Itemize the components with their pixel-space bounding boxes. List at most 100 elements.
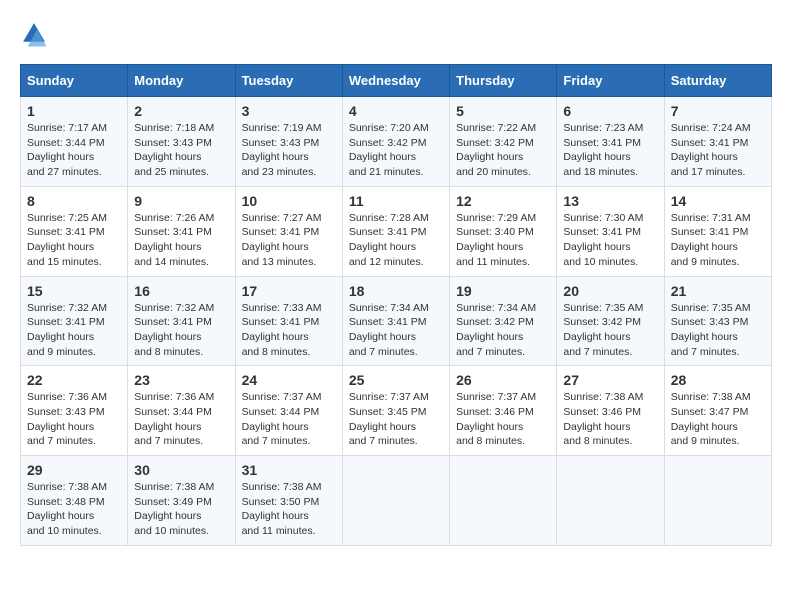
day-number: 15 [27,283,121,299]
day-number: 2 [134,103,228,119]
calendar-cell: 1 Sunrise: 7:17 AMSunset: 3:44 PMDayligh… [21,97,128,187]
calendar-table: Sunday Monday Tuesday Wednesday Thursday… [20,64,772,546]
logo [20,20,52,48]
calendar-cell: 12 Sunrise: 7:29 AMSunset: 3:40 PMDaylig… [450,186,557,276]
day-number: 14 [671,193,765,209]
calendar-week-row: 22 Sunrise: 7:36 AMSunset: 3:43 PMDaylig… [21,366,772,456]
day-number: 12 [456,193,550,209]
col-tuesday: Tuesday [235,65,342,97]
day-number: 17 [242,283,336,299]
calendar-cell: 16 Sunrise: 7:32 AMSunset: 3:41 PMDaylig… [128,276,235,366]
calendar-cell: 30 Sunrise: 7:38 AMSunset: 3:49 PMDaylig… [128,456,235,546]
header [20,20,772,48]
cell-info: Sunrise: 7:37 AMSunset: 3:46 PMDaylight … [456,391,536,447]
calendar-cell: 17 Sunrise: 7:33 AMSunset: 3:41 PMDaylig… [235,276,342,366]
calendar-cell: 21 Sunrise: 7:35 AMSunset: 3:43 PMDaylig… [664,276,771,366]
cell-info: Sunrise: 7:37 AMSunset: 3:45 PMDaylight … [349,391,429,447]
cell-info: Sunrise: 7:37 AMSunset: 3:44 PMDaylight … [242,391,322,447]
cell-info: Sunrise: 7:26 AMSunset: 3:41 PMDaylight … [134,212,214,268]
cell-info: Sunrise: 7:34 AMSunset: 3:41 PMDaylight … [349,302,429,358]
cell-info: Sunrise: 7:25 AMSunset: 3:41 PMDaylight … [27,212,107,268]
col-thursday: Thursday [450,65,557,97]
calendar-cell: 25 Sunrise: 7:37 AMSunset: 3:45 PMDaylig… [342,366,449,456]
cell-info: Sunrise: 7:23 AMSunset: 3:41 PMDaylight … [563,122,643,178]
calendar-cell: 14 Sunrise: 7:31 AMSunset: 3:41 PMDaylig… [664,186,771,276]
day-number: 13 [563,193,657,209]
calendar-cell: 3 Sunrise: 7:19 AMSunset: 3:43 PMDayligh… [235,97,342,187]
day-number: 19 [456,283,550,299]
calendar-cell: 5 Sunrise: 7:22 AMSunset: 3:42 PMDayligh… [450,97,557,187]
cell-info: Sunrise: 7:29 AMSunset: 3:40 PMDaylight … [456,212,536,268]
calendar-cell [450,456,557,546]
cell-info: Sunrise: 7:38 AMSunset: 3:47 PMDaylight … [671,391,751,447]
cell-info: Sunrise: 7:32 AMSunset: 3:41 PMDaylight … [27,302,107,358]
day-number: 18 [349,283,443,299]
day-number: 27 [563,372,657,388]
day-number: 26 [456,372,550,388]
col-saturday: Saturday [664,65,771,97]
calendar-cell [557,456,664,546]
day-number: 28 [671,372,765,388]
cell-info: Sunrise: 7:27 AMSunset: 3:41 PMDaylight … [242,212,322,268]
calendar-cell: 4 Sunrise: 7:20 AMSunset: 3:42 PMDayligh… [342,97,449,187]
col-wednesday: Wednesday [342,65,449,97]
calendar-header: Sunday Monday Tuesday Wednesday Thursday… [21,65,772,97]
cell-info: Sunrise: 7:17 AMSunset: 3:44 PMDaylight … [27,122,107,178]
day-number: 8 [27,193,121,209]
calendar-body: 1 Sunrise: 7:17 AMSunset: 3:44 PMDayligh… [21,97,772,546]
calendar-cell: 8 Sunrise: 7:25 AMSunset: 3:41 PMDayligh… [21,186,128,276]
calendar-cell: 6 Sunrise: 7:23 AMSunset: 3:41 PMDayligh… [557,97,664,187]
calendar-cell: 28 Sunrise: 7:38 AMSunset: 3:47 PMDaylig… [664,366,771,456]
col-monday: Monday [128,65,235,97]
day-number: 22 [27,372,121,388]
calendar-cell: 29 Sunrise: 7:38 AMSunset: 3:48 PMDaylig… [21,456,128,546]
cell-info: Sunrise: 7:28 AMSunset: 3:41 PMDaylight … [349,212,429,268]
cell-info: Sunrise: 7:19 AMSunset: 3:43 PMDaylight … [242,122,322,178]
cell-info: Sunrise: 7:34 AMSunset: 3:42 PMDaylight … [456,302,536,358]
cell-info: Sunrise: 7:33 AMSunset: 3:41 PMDaylight … [242,302,322,358]
calendar-cell: 10 Sunrise: 7:27 AMSunset: 3:41 PMDaylig… [235,186,342,276]
cell-info: Sunrise: 7:22 AMSunset: 3:42 PMDaylight … [456,122,536,178]
calendar-cell: 19 Sunrise: 7:34 AMSunset: 3:42 PMDaylig… [450,276,557,366]
col-friday: Friday [557,65,664,97]
day-number: 11 [349,193,443,209]
day-number: 23 [134,372,228,388]
cell-info: Sunrise: 7:32 AMSunset: 3:41 PMDaylight … [134,302,214,358]
calendar-cell: 11 Sunrise: 7:28 AMSunset: 3:41 PMDaylig… [342,186,449,276]
cell-info: Sunrise: 7:38 AMSunset: 3:50 PMDaylight … [242,481,322,537]
calendar-cell: 31 Sunrise: 7:38 AMSunset: 3:50 PMDaylig… [235,456,342,546]
calendar-week-row: 29 Sunrise: 7:38 AMSunset: 3:48 PMDaylig… [21,456,772,546]
cell-info: Sunrise: 7:36 AMSunset: 3:44 PMDaylight … [134,391,214,447]
cell-info: Sunrise: 7:38 AMSunset: 3:49 PMDaylight … [134,481,214,537]
cell-info: Sunrise: 7:20 AMSunset: 3:42 PMDaylight … [349,122,429,178]
calendar-week-row: 1 Sunrise: 7:17 AMSunset: 3:44 PMDayligh… [21,97,772,187]
cell-info: Sunrise: 7:36 AMSunset: 3:43 PMDaylight … [27,391,107,447]
cell-info: Sunrise: 7:18 AMSunset: 3:43 PMDaylight … [134,122,214,178]
calendar-cell [342,456,449,546]
day-number: 4 [349,103,443,119]
calendar-cell: 20 Sunrise: 7:35 AMSunset: 3:42 PMDaylig… [557,276,664,366]
calendar-cell [664,456,771,546]
calendar-cell: 7 Sunrise: 7:24 AMSunset: 3:41 PMDayligh… [664,97,771,187]
day-number: 9 [134,193,228,209]
cell-info: Sunrise: 7:31 AMSunset: 3:41 PMDaylight … [671,212,751,268]
day-number: 30 [134,462,228,478]
calendar-cell: 22 Sunrise: 7:36 AMSunset: 3:43 PMDaylig… [21,366,128,456]
day-number: 10 [242,193,336,209]
calendar-cell: 26 Sunrise: 7:37 AMSunset: 3:46 PMDaylig… [450,366,557,456]
cell-info: Sunrise: 7:24 AMSunset: 3:41 PMDaylight … [671,122,751,178]
day-number: 29 [27,462,121,478]
calendar-cell: 9 Sunrise: 7:26 AMSunset: 3:41 PMDayligh… [128,186,235,276]
calendar-week-row: 15 Sunrise: 7:32 AMSunset: 3:41 PMDaylig… [21,276,772,366]
calendar-cell: 27 Sunrise: 7:38 AMSunset: 3:46 PMDaylig… [557,366,664,456]
calendar-cell: 15 Sunrise: 7:32 AMSunset: 3:41 PMDaylig… [21,276,128,366]
logo-icon [20,20,48,48]
day-number: 25 [349,372,443,388]
calendar-cell: 24 Sunrise: 7:37 AMSunset: 3:44 PMDaylig… [235,366,342,456]
col-sunday: Sunday [21,65,128,97]
day-number: 1 [27,103,121,119]
calendar-cell: 2 Sunrise: 7:18 AMSunset: 3:43 PMDayligh… [128,97,235,187]
cell-info: Sunrise: 7:30 AMSunset: 3:41 PMDaylight … [563,212,643,268]
day-number: 16 [134,283,228,299]
cell-info: Sunrise: 7:35 AMSunset: 3:42 PMDaylight … [563,302,643,358]
